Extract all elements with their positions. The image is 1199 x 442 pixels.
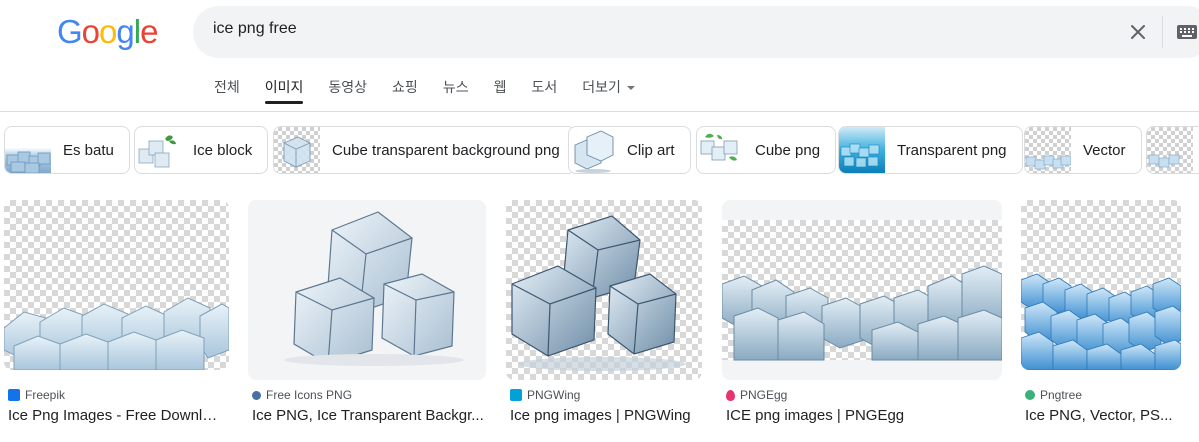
result-image[interactable] bbox=[248, 200, 486, 380]
result-source-name: Pngtree bbox=[1040, 388, 1083, 402]
result-source-name: PNGEgg bbox=[740, 388, 788, 402]
chip-label: Cube png bbox=[755, 141, 821, 159]
favicon-icon bbox=[1025, 390, 1035, 400]
logo-letter: g bbox=[116, 13, 134, 50]
result-image[interactable] bbox=[722, 200, 1002, 380]
keyboard-icon[interactable] bbox=[1176, 22, 1198, 42]
chip-label: Transparent png bbox=[897, 141, 1007, 159]
result-source[interactable]: PNGWing bbox=[510, 388, 580, 402]
result-title[interactable]: Ice png images | PNGWing bbox=[510, 407, 704, 424]
chip-thumbnail bbox=[135, 127, 181, 173]
favicon-icon bbox=[510, 389, 522, 401]
result-title[interactable]: Ice Png Images - Free Downlo... bbox=[8, 407, 223, 424]
logo-letter: o bbox=[81, 13, 100, 50]
chip-label: Es batu bbox=[63, 141, 114, 159]
chip-ice-block[interactable]: Ice block bbox=[134, 126, 269, 174]
google-logo[interactable]: Google bbox=[57, 13, 158, 51]
result-source[interactable]: PNGEgg bbox=[726, 388, 787, 402]
search-box bbox=[193, 6, 1199, 58]
tab-web[interactable]: 웹 bbox=[494, 72, 507, 104]
tab-more-label: 더보기 bbox=[582, 79, 621, 95]
chip-thumbnail bbox=[5, 127, 51, 173]
chip-label: Ice block bbox=[193, 141, 253, 159]
search-input[interactable] bbox=[213, 20, 1093, 38]
chip-label: Clip art bbox=[627, 141, 675, 159]
logo-letter: G bbox=[57, 13, 83, 50]
chip-thumbnail bbox=[697, 127, 743, 173]
chip-label: Vector bbox=[1083, 141, 1126, 159]
favicon-icon bbox=[252, 390, 261, 400]
tab-all[interactable]: 전체 bbox=[214, 72, 240, 104]
chip-transparent-png[interactable]: Transparent png bbox=[838, 126, 1023, 174]
tab-news[interactable]: 뉴스 bbox=[443, 72, 469, 104]
tab-books[interactable]: 도서 bbox=[531, 72, 557, 104]
tab-images[interactable]: 이미지 bbox=[264, 72, 303, 104]
result-source-name: Free Icons PNG bbox=[266, 388, 353, 402]
tab-more[interactable]: 더보기 bbox=[582, 72, 635, 104]
chip-cube-transparent-background-png[interactable]: Cube transparent background png bbox=[273, 126, 576, 174]
result-title[interactable]: Ice PNG, Vector, PS... bbox=[1025, 407, 1195, 424]
logo-letter: o bbox=[99, 13, 117, 50]
caret-down-icon bbox=[626, 86, 635, 90]
chip-thumbnail bbox=[1147, 127, 1193, 173]
chip-cube-png[interactable]: Cube png bbox=[696, 126, 837, 174]
result-source[interactable]: Free Icons PNG bbox=[252, 388, 352, 402]
result-image[interactable] bbox=[1021, 200, 1181, 370]
chip-more[interactable] bbox=[1146, 126, 1199, 174]
chip-thumbnail bbox=[839, 127, 885, 173]
favicon-icon bbox=[8, 389, 20, 401]
chip-thumbnail bbox=[1025, 127, 1071, 173]
chip-label: Cube transparent background png bbox=[332, 141, 560, 159]
header-divider bbox=[0, 111, 1199, 112]
search-divider bbox=[1162, 16, 1163, 48]
result-source-name: Freepik bbox=[25, 388, 66, 402]
favicon-icon bbox=[726, 389, 735, 401]
chip-thumbnail bbox=[569, 127, 615, 173]
result-source-name: PNGWing bbox=[527, 388, 581, 402]
chip-vector[interactable]: Vector bbox=[1024, 126, 1142, 174]
chip-clip-art[interactable]: Clip art bbox=[568, 126, 691, 174]
result-image[interactable] bbox=[4, 200, 229, 370]
close-icon[interactable] bbox=[1126, 20, 1150, 44]
result-title[interactable]: ICE png images | PNGEgg bbox=[726, 407, 1002, 424]
result-image[interactable] bbox=[506, 200, 702, 380]
result-source[interactable]: Freepik bbox=[8, 388, 65, 402]
chip-es-batu[interactable]: Es batu bbox=[4, 126, 130, 174]
result-source[interactable]: Pngtree bbox=[1025, 388, 1082, 402]
tab-shopping[interactable]: 쇼핑 bbox=[392, 72, 418, 104]
search-tabs: 전체 이미지 동영상 쇼핑 뉴스 웹 도서 더보기 bbox=[214, 72, 660, 104]
result-title[interactable]: Ice PNG, Ice Transparent Backgr... bbox=[252, 407, 484, 424]
tab-videos[interactable]: 동영상 bbox=[328, 72, 367, 104]
chip-thumbnail bbox=[274, 127, 320, 173]
logo-letter: e bbox=[140, 13, 158, 50]
